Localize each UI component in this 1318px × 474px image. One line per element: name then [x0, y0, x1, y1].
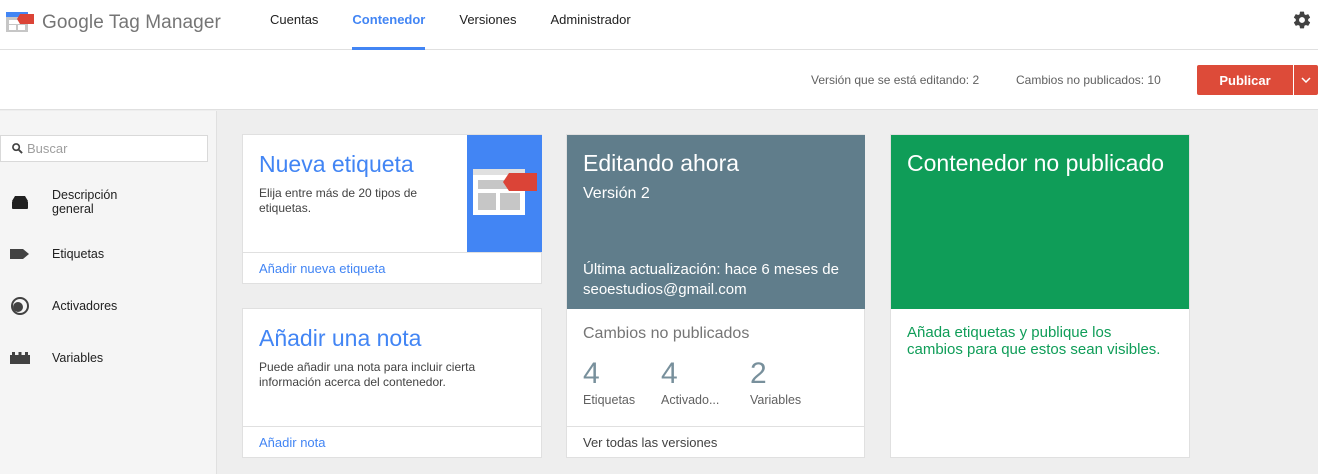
add-new-tag-link[interactable]: Añadir nueva etiqueta [259, 261, 385, 276]
trigger-icon [10, 296, 30, 316]
search-input[interactable] [27, 138, 202, 159]
gtm-logo-icon [6, 10, 36, 36]
count-label: Etiquetas [583, 393, 636, 407]
new-tag-footer: Añadir nueva etiqueta [243, 252, 541, 283]
tag-window-icon [473, 169, 537, 215]
sidebar-item-label: Descripción general [52, 188, 118, 216]
editing-header: Editando ahora Versión 2 Última actualiz… [567, 135, 865, 309]
unpublished-description: Añada etiquetas y publique los cambios p… [907, 324, 1161, 358]
new-tag-title[interactable]: Nueva etiqueta [259, 151, 414, 178]
new-tag-description: Elija entre más de 20 tipos de etiquetas… [259, 186, 418, 215]
unpublished-container-card: Contenedor no publicado Añada etiquetas … [890, 134, 1190, 458]
count-value: 4 [583, 357, 600, 390]
editing-footer: Ver todas las versiones [567, 426, 864, 457]
add-note-link[interactable]: Añadir nota [259, 435, 326, 450]
tab-versiones[interactable]: Versiones [459, 0, 516, 50]
publish-button[interactable]: Publicar [1197, 65, 1293, 95]
sidebar-item-overview[interactable]: Descripción general [0, 183, 217, 223]
logo-text: Google Tag Manager [42, 12, 221, 34]
editing-now-card: Editando ahora Versión 2 Última actualiz… [566, 134, 865, 458]
tab-contenedor[interactable]: Contenedor [352, 0, 425, 50]
sidebar-item-variables[interactable]: Variables [0, 338, 217, 378]
unpublished-changes-title: Cambios no publicados [583, 325, 750, 342]
logo-product-text: Tag Manager [108, 12, 221, 33]
count-tags[interactable]: 4 Etiquetas [583, 357, 635, 407]
new-tag-illustration [467, 135, 542, 252]
sidebar-item-etiquetas[interactable]: Etiquetas [0, 234, 217, 274]
chevron-down-icon [1301, 77, 1311, 83]
unpublished-header: Contenedor no publicado [891, 135, 1189, 309]
sidebar-item-label: Variables [52, 351, 104, 365]
top-bar: Google Tag Manager Cuentas Contenedor Ve… [0, 0, 1318, 50]
tab-administrador[interactable]: Administrador [550, 0, 630, 50]
add-note-title[interactable]: Añadir una nota [259, 325, 421, 352]
status-bar: Versión que se está editando: 2 Cambios … [0, 50, 1318, 110]
add-note-footer: Añadir nota [243, 426, 541, 457]
count-variables[interactable]: 2 Variables [750, 357, 801, 407]
editing-version-status: Versión que se está editando: 2 [811, 73, 980, 87]
search-icon [12, 143, 23, 154]
editing-version: Versión 2 [583, 185, 650, 202]
gtm-logo[interactable]: Google Tag Manager [6, 8, 221, 38]
unpublished-changes-status: Cambios no publicados: 10 [1016, 73, 1161, 87]
count-value: 2 [750, 357, 767, 390]
overview-icon [10, 193, 30, 213]
tab-cuentas[interactable]: Cuentas [270, 0, 318, 50]
sidebar-item-label: Etiquetas [52, 247, 105, 261]
tag-icon [10, 244, 30, 264]
new-tag-card: Nueva etiqueta Elija entre más de 20 tip… [242, 134, 542, 284]
add-note-card: Añadir una nota Puede añadir una nota pa… [242, 308, 542, 458]
last-update-text: Última actualización: hace 6 meses de se… [583, 261, 839, 298]
sidebar-item-label: Activadores [52, 299, 118, 313]
editing-title: Editando ahora [583, 150, 740, 176]
sidebar-item-activadores[interactable]: Activadores [0, 286, 217, 326]
publish-dropdown-button[interactable] [1294, 65, 1318, 95]
sidebar: Descripción general Etiquetas Activadore… [0, 111, 217, 474]
add-note-description: Puede añadir una nota para incluir ciert… [259, 360, 476, 389]
unpublished-title: Contenedor no publicado [907, 150, 1165, 176]
view-all-versions-link[interactable]: Ver todas las versiones [583, 435, 717, 450]
count-label: Variables [750, 393, 802, 407]
count-label: Activado... [661, 393, 720, 407]
count-triggers[interactable]: 4 Activado... [661, 357, 719, 407]
gear-icon[interactable] [1292, 10, 1312, 30]
logo-google-text: Google [42, 12, 104, 33]
main-nav: Cuentas Contenedor Versiones Administrad… [270, 0, 665, 50]
search-box [0, 135, 208, 162]
count-value: 4 [661, 357, 678, 390]
variables-icon [10, 348, 30, 368]
